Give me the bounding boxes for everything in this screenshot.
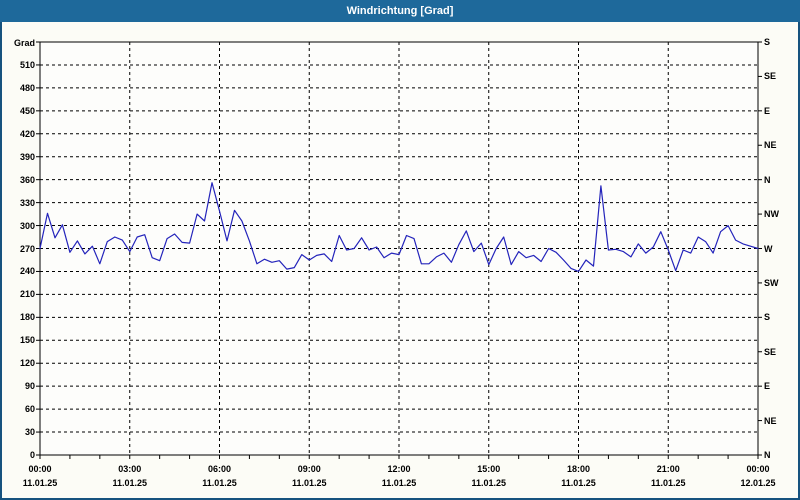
wind-direction-plot <box>36 41 762 459</box>
chart-window: Windrichtung [Grad] Grad 0 30 60 90 120 150 18… <box>0 0 800 500</box>
